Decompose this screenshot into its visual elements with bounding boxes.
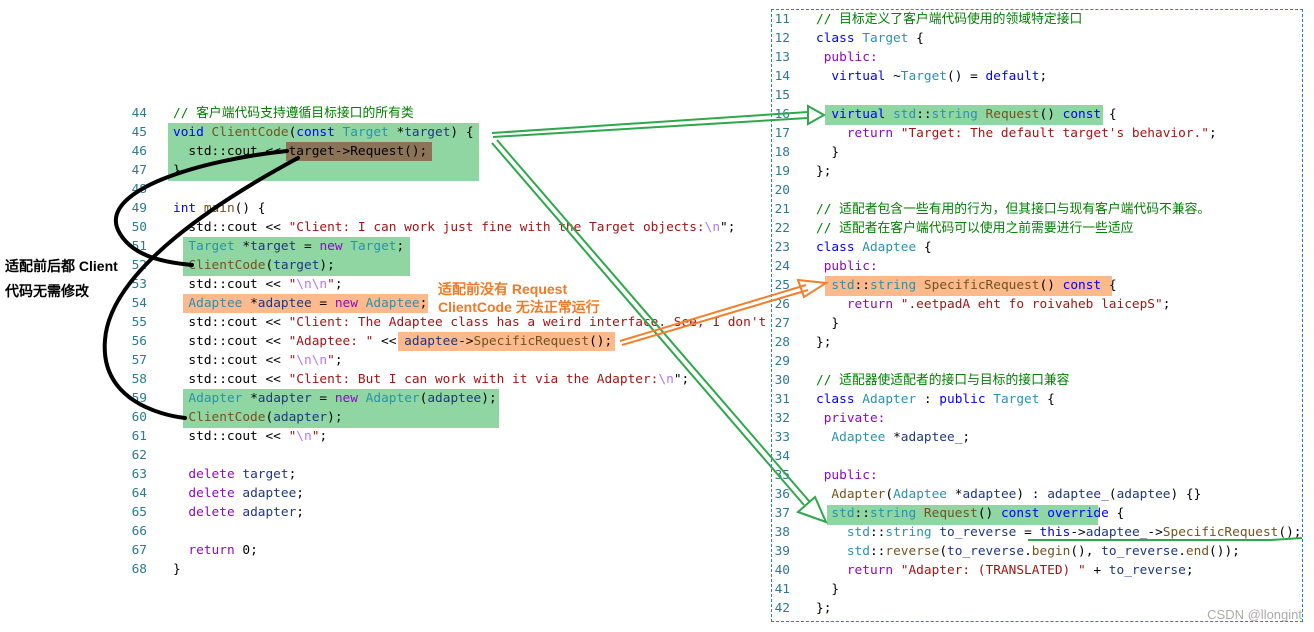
green-arrow-to-target-request bbox=[491, 104, 827, 138]
black-curve-to-line60 bbox=[102, 156, 300, 420]
note-line: ClientCode 无法正常运行 bbox=[438, 299, 600, 315]
note-line: 适配前后都 Client bbox=[5, 258, 118, 274]
note-no-request: 适配前没有 Request ClientCode 无法正常运行 bbox=[438, 280, 600, 316]
black-curve-to-line52 bbox=[113, 149, 289, 267]
green-arrow-to-adapter-request bbox=[491, 139, 828, 524]
note-line: 代码无需修改 bbox=[5, 283, 89, 299]
note-client-unchanged: 适配前后都 Client 代码无需修改 bbox=[5, 257, 118, 300]
note-line: 适配前没有 Request bbox=[438, 281, 568, 297]
green-underline bbox=[1028, 537, 1303, 541]
orange-arrow-to-specific-request bbox=[619, 278, 829, 346]
annotation-arrows bbox=[102, 104, 1303, 541]
watermark: CSDN @llongint bbox=[1207, 607, 1302, 622]
